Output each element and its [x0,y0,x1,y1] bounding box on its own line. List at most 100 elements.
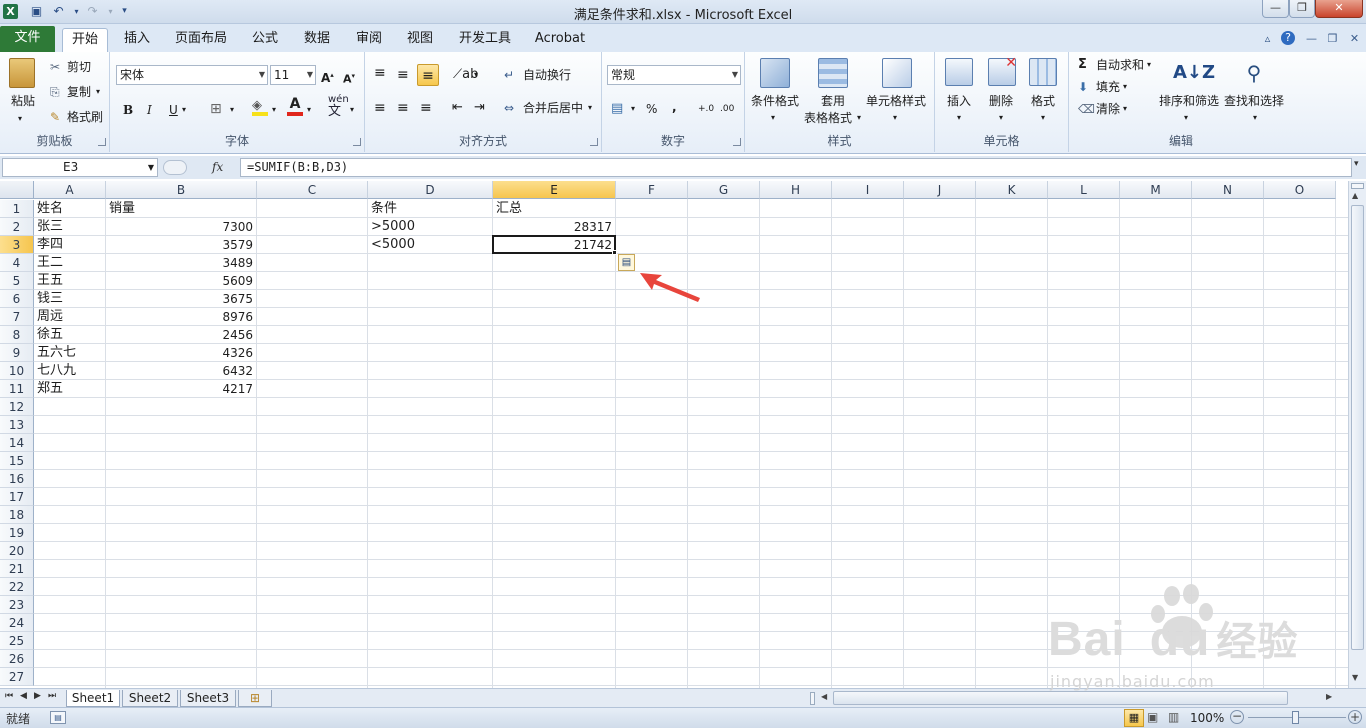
cell-a8[interactable]: 徐五 [34,326,105,344]
column-header-g[interactable]: G [688,181,760,199]
delete-cells-icon[interactable]: ✕ [988,55,1017,86]
autosum-button[interactable]: 自动求和 [1096,56,1144,74]
cell-a4[interactable]: 王二 [34,254,105,272]
insert-function-button[interactable]: fx [212,158,223,177]
maximize-button[interactable]: ❐ [1289,0,1315,18]
column-header-a[interactable]: A [34,181,106,199]
paste-dropdown-icon[interactable]: ▾ [18,110,22,128]
cell-e2[interactable]: 28317 [493,218,615,236]
cell-a5[interactable]: 王五 [34,272,105,290]
merge-dropdown-icon[interactable]: ▾ [588,99,592,117]
row-header-2[interactable]: 2 [0,218,34,236]
tab-file[interactable]: 文件 [0,26,55,52]
copy-button[interactable]: 复制 [67,83,91,101]
row-header-25[interactable]: 25 [0,632,34,650]
comma-button[interactable]: , [672,98,677,116]
row-header-12[interactable]: 12 [0,398,34,416]
macro-record-icon[interactable]: ▤ [50,711,66,724]
page-break-view-icon[interactable]: ▥ [1168,710,1179,724]
font-name-combo[interactable]: 宋体 ▼ [116,65,268,85]
help-icon[interactable]: ? [1281,31,1295,45]
cell-a2[interactable]: 张三 [34,218,105,236]
copy-dropdown-icon[interactable]: ▾ [96,83,100,101]
row-header-13[interactable]: 13 [0,416,34,434]
merge-center-button[interactable]: 合并后居中 [523,99,583,117]
cell-b7[interactable]: 8976 [106,308,256,326]
tab-view[interactable]: 视图 [400,28,440,52]
minimize-button[interactable]: — [1262,0,1289,18]
decrease-indent-icon[interactable]: ⇤ [452,99,463,117]
accounting-format-icon[interactable]: ▤ [611,100,623,118]
cell-b6[interactable]: 3675 [106,290,256,308]
clear-button[interactable]: 清除 [1096,100,1120,118]
align-center-icon[interactable]: ≡ [397,99,409,117]
percent-button[interactable]: % [646,100,657,118]
zoom-slider-thumb[interactable] [1292,711,1299,724]
workbook-minimize-icon[interactable]: — [1304,31,1319,46]
row-header-21[interactable]: 21 [0,560,34,578]
zoom-out-icon[interactable]: − [1230,710,1244,724]
column-header-e[interactable]: E [493,181,616,199]
conditional-dropdown-icon[interactable]: ▾ [771,109,775,127]
column-header-h[interactable]: H [760,181,832,199]
clipboard-launcher-icon[interactable] [98,138,106,146]
sheet-tab-sheet2[interactable]: Sheet2 [122,690,178,707]
fill-dropdown-icon[interactable]: ▾ [272,101,276,119]
ribbon-collapse-icon[interactable]: ▵ [1260,31,1275,46]
row-header-6[interactable]: 6 [0,290,34,308]
format-cells-icon[interactable] [1029,58,1057,86]
row-header-11[interactable]: 11 [0,380,34,398]
phonetic-dropdown-icon[interactable]: ▾ [350,101,354,119]
cell-a7[interactable]: 周远 [34,308,105,326]
phonetic-icon[interactable]: wén 文 [328,95,349,119]
name-box-dropdown-icon[interactable]: ▼ [148,159,154,176]
zoom-level[interactable]: 100% [1190,711,1224,725]
tab-acrobat[interactable]: Acrobat [529,28,591,52]
insert-sheet-icon[interactable]: ⊞ [238,690,272,707]
cell-b11[interactable]: 4217 [106,380,256,398]
formula-input[interactable]: =SUMIF(B:B,D3) [240,158,1352,177]
row-header-1[interactable]: 1 [0,200,34,218]
row-header-26[interactable]: 26 [0,650,34,668]
paste-options-icon[interactable]: ▤ [618,254,635,271]
cell-a9[interactable]: 五六七 [34,344,105,362]
cell-a3[interactable]: 李四 [34,236,105,254]
normal-view-icon[interactable]: ▦ [1124,709,1144,727]
delete-dropdown-icon[interactable]: ▾ [999,109,1003,127]
cell-d2[interactable]: >5000 [368,218,492,236]
delete-cells-button[interactable]: 删除 [989,92,1013,110]
row-header-9[interactable]: 9 [0,344,34,362]
shrink-font-icon[interactable]: A▾ [343,67,355,89]
format-dropdown-icon[interactable]: ▾ [1041,109,1045,127]
align-right-icon[interactable]: ≡ [420,99,432,117]
tab-split-handle[interactable] [810,692,815,705]
row-header-14[interactable]: 14 [0,434,34,452]
cell-b1[interactable]: 销量 [106,200,256,218]
wrap-text-button[interactable]: 自动换行 [523,66,571,84]
row-header-23[interactable]: 23 [0,596,34,614]
next-sheet-icon[interactable]: ▶ [34,691,41,701]
fill-color-icon[interactable]: ◈ [252,99,268,116]
page-layout-view-icon[interactable]: ▣ [1147,710,1158,724]
sheet-tab-sheet3[interactable]: Sheet3 [180,690,236,707]
vertical-scroll-thumb[interactable] [1351,205,1364,650]
paste-button[interactable]: 粘贴 [11,92,35,110]
insert-cells-button[interactable]: 插入 [947,92,971,110]
bold-button[interactable]: B [123,101,133,119]
cell-a11[interactable]: 郑五 [34,380,105,398]
cell-d3[interactable]: <5000 [368,236,492,254]
select-all-button[interactable] [0,181,34,199]
tab-formulas[interactable]: 公式 [245,28,285,52]
cell-styles-button[interactable]: 单元格样式 [866,92,926,110]
cell-b10[interactable]: 6432 [106,362,256,380]
row-header-20[interactable]: 20 [0,542,34,560]
insert-dropdown-icon[interactable]: ▾ [957,109,961,127]
sort-dropdown-icon[interactable]: ▾ [1184,109,1188,127]
column-header-b[interactable]: B [106,181,257,199]
row-header-10[interactable]: 10 [0,362,34,380]
row-header-16[interactable]: 16 [0,470,34,488]
row-header-5[interactable]: 5 [0,272,34,290]
workbook-restore-icon[interactable]: ❐ [1325,31,1340,46]
border-dropdown-icon[interactable]: ▾ [230,101,234,119]
row-header-4[interactable]: 4 [0,254,34,272]
